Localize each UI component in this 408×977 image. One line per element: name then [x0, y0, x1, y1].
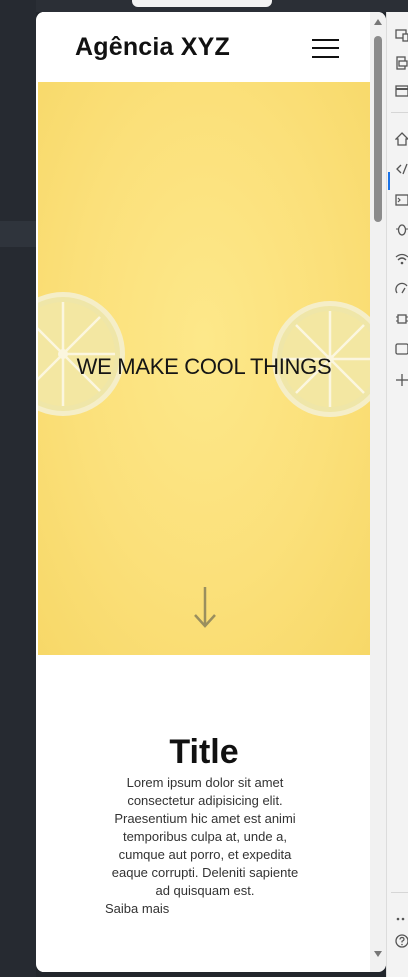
add-tool-icon[interactable]	[395, 373, 408, 387]
memory-icon[interactable]	[395, 312, 408, 326]
editor-highlighted-line	[0, 221, 36, 247]
site-header: Agência XYZ	[38, 12, 370, 82]
window-icon[interactable]	[395, 84, 408, 98]
editor-panel-background	[0, 0, 36, 977]
inspect-icon[interactable]	[395, 56, 408, 70]
web-page: Agência XYZ WE MAKE COOL THINGS Title Lo…	[38, 12, 370, 972]
devtools-toolbar	[386, 12, 408, 977]
application-icon[interactable]	[395, 342, 408, 356]
section-title: Title	[169, 733, 239, 771]
saiba-mais-link[interactable]: Saiba mais	[105, 901, 169, 916]
active-tool-indicator	[388, 172, 390, 190]
section-body-text: Lorem ipsum dolor sit amet consectetur a…	[111, 775, 299, 898]
scroll-down-arrow-icon[interactable]	[373, 950, 383, 958]
performance-icon[interactable]	[395, 282, 408, 296]
mobile-viewport: Agência XYZ WE MAKE COOL THINGS Title Lo…	[36, 12, 386, 972]
code-icon[interactable]	[395, 162, 408, 176]
scroll-up-arrow-icon[interactable]	[373, 18, 383, 26]
bug-icon[interactable]	[395, 222, 408, 236]
brand-logo[interactable]: Agência XYZ	[75, 33, 230, 62]
browser-tab-edge	[132, 0, 272, 7]
arrow-down-icon[interactable]	[192, 585, 218, 631]
home-icon[interactable]	[395, 132, 408, 146]
hero-section: WE MAKE COOL THINGS	[38, 82, 370, 655]
toolbar-separator	[391, 112, 408, 113]
console-icon[interactable]	[395, 193, 408, 207]
hamburger-menu-icon[interactable]	[312, 37, 340, 59]
device-toggle-icon[interactable]	[395, 28, 408, 42]
page-scrollbar-thumb[interactable]	[374, 36, 382, 222]
help-icon[interactable]	[395, 934, 408, 948]
toolbar-separator	[391, 892, 408, 893]
hero-headline: WE MAKE COOL THINGS	[76, 354, 332, 379]
wifi-icon[interactable]	[395, 252, 408, 266]
more-icon[interactable]	[395, 912, 408, 926]
content-section: Title Lorem ipsum dolor sit amet consect…	[38, 655, 370, 972]
